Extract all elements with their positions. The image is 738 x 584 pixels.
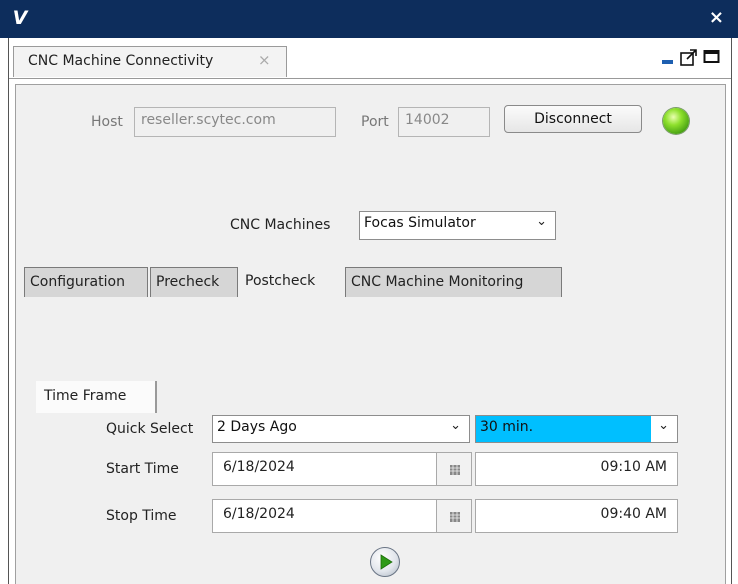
host-label: Host <box>91 114 123 130</box>
document-tab-strip: CNC Machine Connectivity ⨯ <box>9 38 731 79</box>
start-date-picker-button[interactable] <box>436 452 472 486</box>
chevron-down-icon: ⌄ <box>450 418 461 433</box>
start-date-field[interactable]: 6/18/2024 <box>212 452 437 486</box>
disconnect-button[interactable]: Disconnect <box>504 105 642 133</box>
time-frame-tab[interactable]: Time Frame <box>36 381 157 413</box>
start-time-label: Start Time <box>106 461 179 477</box>
stop-date-picker-button[interactable] <box>436 499 472 533</box>
app-logo-icon: V <box>12 7 28 29</box>
chevron-down-icon: ⌄ <box>536 214 547 229</box>
window-title-bar: V × <box>0 0 738 38</box>
cnc-machines-selected: Focas Simulator <box>364 215 476 231</box>
cnc-machines-label: CNC Machines <box>230 217 331 233</box>
port-label: Port <box>361 114 389 130</box>
calendar-icon <box>450 512 460 522</box>
document-tab[interactable]: CNC Machine Connectivity ⨯ <box>13 46 287 77</box>
maximize-icon[interactable] <box>703 49 721 65</box>
close-window-icon[interactable]: × <box>709 8 724 28</box>
duration-value: 30 min. <box>480 419 534 435</box>
run-button[interactable] <box>370 547 400 577</box>
tab-configuration[interactable]: Configuration <box>24 267 148 297</box>
tab-postcheck[interactable]: Postcheck <box>240 267 344 297</box>
detach-window-icon[interactable] <box>679 47 699 67</box>
stop-time-label: Stop Time <box>106 508 177 524</box>
quick-select-dropdown[interactable]: 2 Days Ago ⌄ <box>212 415 470 443</box>
play-icon <box>380 554 393 570</box>
chevron-down-icon: ⌄ <box>658 418 669 433</box>
subtab-bar: Configuration Precheck Postcheck CNC Mac… <box>24 267 724 297</box>
cnc-machines-dropdown[interactable]: Focas Simulator ⌄ <box>359 211 556 240</box>
quick-select-label: Quick Select <box>106 421 194 437</box>
tab-cnc-machine-monitoring[interactable]: CNC Machine Monitoring <box>345 267 562 297</box>
minimize-icon[interactable] <box>661 50 675 66</box>
close-tab-icon[interactable]: ⨯ <box>258 51 271 69</box>
calendar-icon <box>450 465 460 475</box>
quick-select-value: 2 Days Ago <box>217 419 297 435</box>
start-time-field[interactable]: 09:10 AM <box>475 452 678 486</box>
host-field[interactable]: reseller.scytec.com <box>134 107 336 137</box>
stop-time-field[interactable]: 09:40 AM <box>475 499 678 533</box>
tab-precheck[interactable]: Precheck <box>150 267 238 297</box>
connection-status-icon <box>663 108 689 134</box>
document-tab-title: CNC Machine Connectivity <box>28 53 214 69</box>
app-frame: CNC Machine Connectivity ⨯ Host reseller… <box>8 38 732 584</box>
stop-date-field[interactable]: 6/18/2024 <box>212 499 437 533</box>
port-field[interactable]: 14002 <box>398 107 490 137</box>
duration-dropdown[interactable]: 30 min. ⌄ <box>475 415 678 443</box>
main-panel: Host reseller.scytec.com Port 14002 Disc… <box>15 84 726 584</box>
